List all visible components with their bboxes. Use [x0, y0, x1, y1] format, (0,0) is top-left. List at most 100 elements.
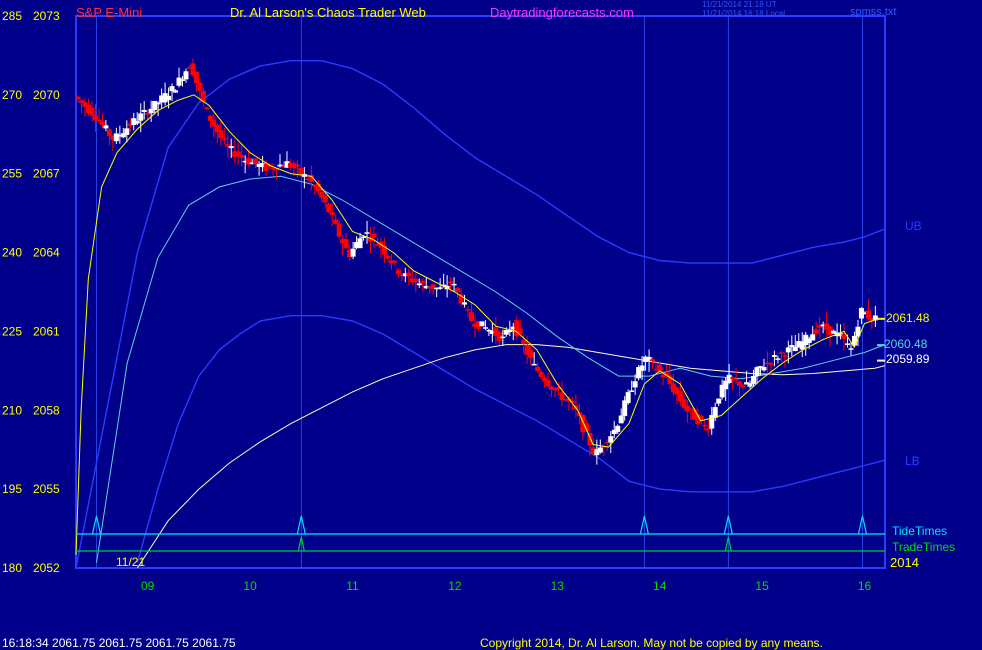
price-bar-body — [89, 107, 95, 116]
price-bar-body — [702, 425, 708, 427]
y-tick-price: 2064 — [33, 246, 60, 260]
price-bar-body — [329, 212, 335, 216]
price-label-fast: 2061.48 — [886, 311, 930, 325]
y-tick-left: 240 — [2, 246, 22, 260]
price-bar-body — [500, 336, 506, 339]
price-bar-body — [597, 447, 603, 453]
price-bar-body — [632, 381, 638, 388]
price-bar-body — [218, 130, 224, 138]
price-bar-body — [761, 367, 767, 371]
price-bar-body — [176, 77, 182, 86]
price-bar-body — [545, 380, 551, 387]
price-bar-body — [448, 281, 454, 283]
date-marker: 11/21 — [116, 555, 146, 569]
price-bar-body — [96, 119, 102, 122]
y-tick-price: 2052 — [33, 561, 60, 575]
price-bar-body — [155, 102, 161, 105]
x-tick-label: 12 — [448, 579, 462, 593]
price-bar-body — [326, 203, 332, 213]
lower-band-line — [136, 315, 886, 563]
price-bar-body — [124, 128, 130, 135]
price-bar-body — [99, 121, 105, 125]
year-label: 2014 — [890, 555, 919, 570]
y-tick-price: 2073 — [33, 9, 60, 23]
price-bar-body — [771, 355, 777, 357]
price-bar-body — [298, 167, 304, 175]
price-bar-body — [350, 248, 356, 257]
price-bar-body — [705, 428, 711, 431]
y-tick-price: 2058 — [33, 403, 60, 417]
symbol-label: S&P E-Mini — [76, 5, 143, 20]
x-tick-label: 14 — [653, 579, 667, 593]
price-bar-body — [848, 348, 854, 350]
price-bar-body — [465, 309, 471, 311]
price-bar-body — [845, 343, 851, 345]
lower-band-label: LB — [905, 454, 920, 468]
price-bar-body — [420, 280, 426, 283]
y-tick-left: 285 — [2, 9, 22, 23]
site-link[interactable]: Daytradingforecasts.com — [490, 6, 634, 20]
price-bar-body — [451, 283, 457, 286]
price-bar-body — [385, 255, 391, 259]
price-bar-body — [615, 425, 621, 432]
price-bar-body — [521, 340, 527, 344]
price-bar-body — [197, 82, 203, 91]
price-bar-body — [754, 367, 760, 377]
price-bar-body — [113, 133, 119, 142]
price-bar-body — [768, 363, 774, 365]
price-bar-body — [166, 95, 172, 101]
price-bar-body — [751, 375, 757, 384]
price-bar-body — [778, 352, 784, 354]
plot-frame — [75, 15, 886, 569]
chart-title: Dr. Al Larson's Chaos Trader Web — [230, 5, 426, 20]
price-bar-body — [468, 312, 474, 322]
x-tick-label: 10 — [243, 579, 257, 593]
price-bar-body — [733, 378, 739, 381]
y-tick-left: 255 — [2, 167, 22, 181]
price-bar-body — [413, 278, 419, 283]
price-bar-body — [103, 125, 109, 129]
price-bar-body — [183, 71, 189, 80]
price-bar-body — [322, 195, 328, 203]
upper-band-line — [75, 60, 886, 569]
x-tick-label: 09 — [141, 579, 155, 593]
price-label-mid: 2060.48 — [884, 337, 928, 351]
price-bar-body — [343, 239, 349, 249]
price-bar-body — [462, 302, 468, 305]
price-bar-body — [479, 321, 485, 327]
price-bar-body — [416, 283, 422, 286]
price-bar-body — [395, 269, 401, 275]
price-bar-body — [737, 381, 743, 386]
price-bar-body — [141, 109, 147, 113]
price-bar-body — [782, 355, 788, 357]
price-bar-body — [193, 71, 199, 84]
price-bar-body — [740, 385, 746, 388]
price-bar-body — [730, 377, 736, 379]
x-tick-label: 11 — [346, 579, 359, 593]
price-bar-body — [152, 100, 158, 111]
price-bar-body — [792, 346, 798, 352]
price-bar-body — [333, 219, 339, 224]
price-bar-body — [813, 329, 819, 334]
price-bar-body — [657, 364, 663, 371]
price-bar-body — [406, 272, 412, 277]
price-bar-body — [173, 90, 179, 93]
price-bar-body — [371, 233, 377, 238]
tide-times-label: TideTimes — [892, 524, 948, 538]
price-bar-body — [455, 288, 461, 293]
price-bar-body — [180, 79, 186, 81]
upper-band-label: UB — [905, 219, 922, 233]
price-bar-body — [810, 334, 816, 341]
price-bar-body — [559, 392, 565, 400]
price-bar-body — [138, 113, 144, 121]
price-bar-body — [629, 390, 635, 392]
price-bar-body — [437, 287, 443, 289]
y-tick-left: 180 — [2, 561, 22, 575]
x-tick-label: 16 — [858, 579, 872, 593]
y-tick-price: 2070 — [33, 88, 60, 102]
price-chart: 285 2073 270 2070 255 2067 240 2064 225 2061 210 20… — [2, 9, 886, 593]
price-bar-body — [775, 358, 781, 360]
timestamp-local: 11/21/2014 16:18 Local — [702, 9, 786, 18]
mid-average-line — [96, 175, 886, 563]
y-tick-left: 195 — [2, 482, 22, 496]
